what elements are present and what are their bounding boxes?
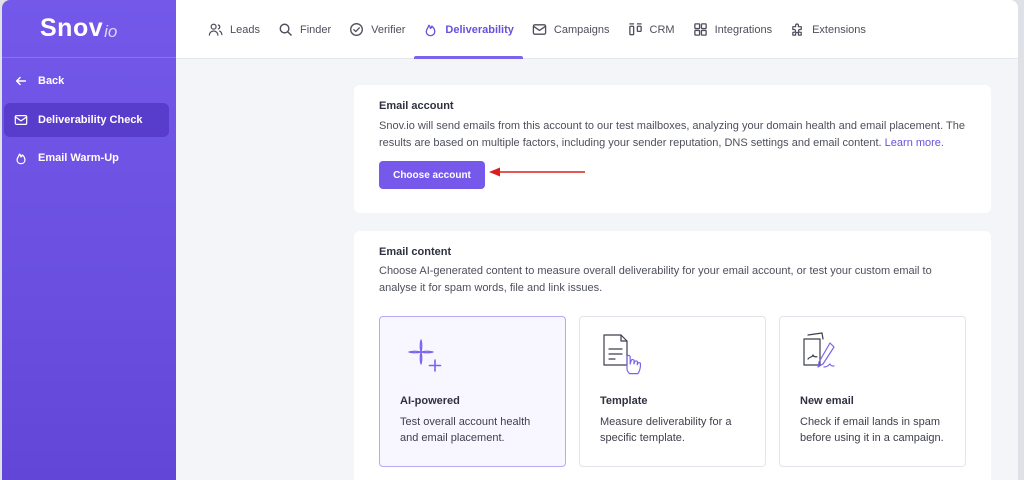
mail-check-icon (14, 113, 28, 127)
email-account-card: Email account Snov.io will send emails f… (354, 85, 991, 213)
option-title: Template (600, 395, 648, 407)
document-pen-icon (803, 332, 835, 368)
nav-item-label: Campaigns (553, 23, 610, 36)
email-content-title: Email content (379, 246, 452, 258)
choose-account-button[interactable]: Choose account (379, 161, 485, 189)
sidebar-item-deliverability-check[interactable]: Deliverability Check (4, 103, 169, 137)
option-template[interactable]: Template Measure deliverability for a sp… (579, 316, 766, 467)
option-description: Check if email lands in spam before usin… (800, 416, 944, 444)
flame-icon (14, 151, 28, 165)
nav-item-label: Extensions (812, 23, 866, 36)
email-account-title: Email account (379, 100, 454, 112)
sidebar-item-label: Email Warm-Up (38, 152, 119, 164)
sidebar-item-label: Back (38, 75, 65, 87)
envelope-icon (532, 22, 547, 37)
option-ai-powered[interactable]: AI-powered Test overall account health a… (379, 316, 566, 467)
nav-item-crm[interactable]: CRM (619, 0, 684, 59)
option-title: AI-powered (400, 395, 460, 407)
users-icon (208, 22, 223, 37)
nav-item-label: Verifier (371, 23, 406, 36)
nav-item-extensions[interactable]: Extensions (781, 0, 875, 59)
grid-icon (693, 22, 708, 37)
sparkle-flower-icon (408, 339, 442, 372)
sidebar-item-back[interactable]: Back (4, 64, 169, 98)
nav-item-label: CRM (649, 23, 675, 36)
sidebar-item-email-warm-up[interactable]: Email Warm-Up (4, 141, 169, 175)
app-window: Snov io Back Deliverability Check Email … (2, 0, 1018, 480)
email-content-description: Choose AI-generated content to measure o… (379, 265, 932, 294)
option-description: Measure deliverability for a specific te… (600, 416, 732, 444)
search-icon (278, 22, 293, 37)
logo[interactable]: Snov io (2, 0, 176, 58)
learn-more-link[interactable]: Learn more. (885, 137, 944, 149)
sidebar: Snov io Back Deliverability Check Email … (2, 0, 176, 480)
nav-item-label: Integrations (714, 23, 773, 36)
arrow-left-icon (14, 74, 28, 88)
annotation-arrow-icon (489, 167, 585, 177)
option-description: Test overall account health and email pl… (400, 416, 531, 444)
logo-suffix: io (104, 21, 118, 41)
option-new-email[interactable]: New email Check if email lands in spam b… (779, 316, 966, 467)
email-account-description: Snov.io will send emails from this accou… (379, 118, 974, 152)
nav-item-label: Deliverability (445, 23, 514, 36)
nav-item-integrations[interactable]: Integrations (684, 0, 781, 59)
nav-item-verifier[interactable]: Verifier (340, 0, 414, 59)
puzzle-icon (790, 22, 805, 37)
email-content-card: Email content Choose AI-generated conten… (354, 231, 991, 480)
flame-icon (423, 22, 438, 37)
nav-item-finder[interactable]: Finder (269, 0, 340, 59)
check-circle-icon (349, 22, 364, 37)
kanban-icon (628, 22, 643, 37)
sidebar-item-label: Deliverability Check (38, 114, 143, 126)
top-navigation: Leads Finder Verifier Deliverability Cam… (176, 0, 1018, 59)
nav-item-deliverability[interactable]: Deliverability (414, 0, 524, 59)
option-title: New email (800, 395, 854, 407)
email-account-text: Snov.io will send emails from this accou… (379, 120, 965, 149)
nav-item-campaigns[interactable]: Campaigns (523, 0, 619, 59)
nav-item-label: Finder (299, 23, 332, 36)
nav-item-leads[interactable]: Leads (199, 0, 269, 59)
logo-text: Snov (40, 14, 104, 42)
nav-item-label: Leads (230, 23, 260, 36)
document-hand-icon (603, 334, 642, 375)
